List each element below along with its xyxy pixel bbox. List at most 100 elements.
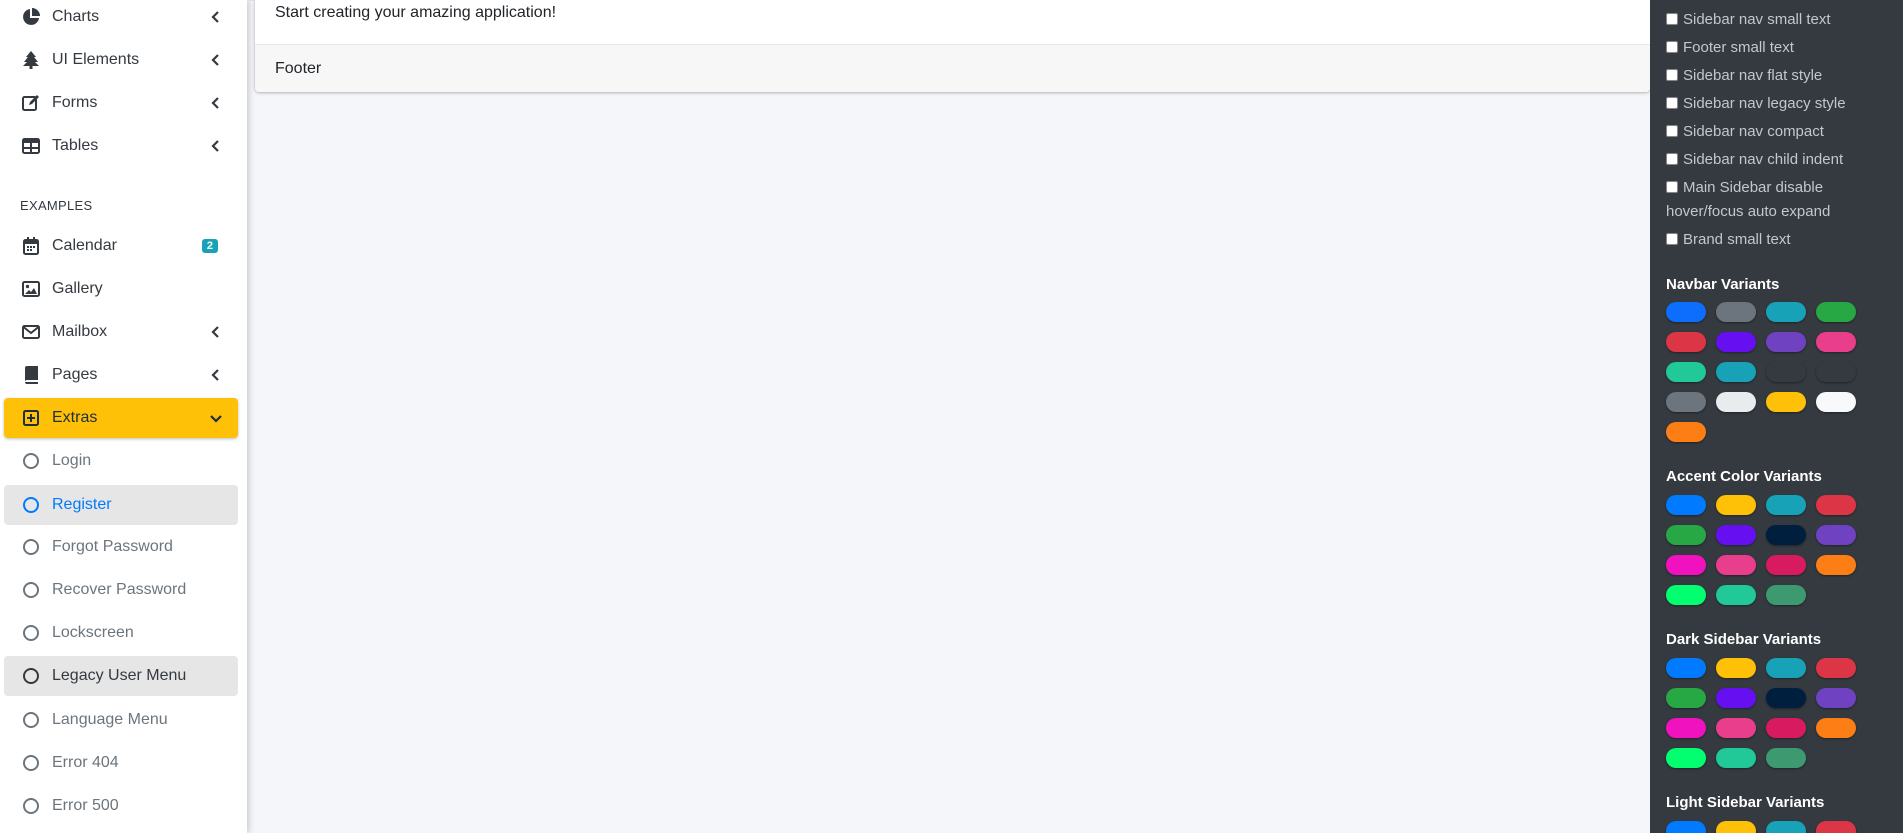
accent-variant-swatch[interactable] <box>1666 555 1706 575</box>
dark-sidebar-variant-swatch[interactable] <box>1766 748 1806 768</box>
sidebar-item-label: Mailbox <box>52 323 108 340</box>
light-sidebar-variant-swatch[interactable] <box>1816 821 1856 833</box>
accent-variant-swatch[interactable] <box>1666 495 1706 515</box>
navbar-variant-swatch[interactable] <box>1716 302 1756 322</box>
sidebar-item-mailbox[interactable]: Mailbox <box>4 312 238 352</box>
dark-sidebar-variant-swatch[interactable] <box>1816 688 1856 708</box>
dark-sidebar-variant-swatch[interactable] <box>1766 688 1806 708</box>
dark-sidebar-variant-swatch[interactable] <box>1666 718 1706 738</box>
sidebar-item-gallery[interactable]: Gallery <box>4 269 238 309</box>
accent-variant-swatch[interactable] <box>1666 525 1706 545</box>
accent-variant-swatch[interactable] <box>1716 525 1756 545</box>
dark-sidebar-variant-swatch[interactable] <box>1716 688 1756 708</box>
accent-variant-swatch[interactable] <box>1816 495 1856 515</box>
navbar-variant-swatch[interactable] <box>1716 392 1756 412</box>
sidebar-item-forms[interactable]: Forms <box>4 83 238 123</box>
navbar-variant-swatch[interactable] <box>1666 392 1706 412</box>
accent-variant-swatch[interactable] <box>1766 525 1806 545</box>
sidebar-item-charts[interactable]: Charts <box>4 0 238 37</box>
checkbox-label: Sidebar nav legacy style <box>1683 95 1846 112</box>
sidebar-item-pages[interactable]: Pages <box>4 355 238 395</box>
light-sidebar-variant-swatch[interactable] <box>1716 821 1756 833</box>
checkbox-sidebar-nav-child-indent[interactable]: Sidebar nav child indent <box>1666 148 1866 172</box>
dark-sidebar-variant-swatch[interactable] <box>1716 658 1756 678</box>
sidebar-item-calendar[interactable]: Calendar 2 <box>4 226 238 266</box>
dark-sidebar-variant-swatch[interactable] <box>1766 658 1806 678</box>
circle-icon <box>20 536 42 558</box>
navbar-variant-swatch[interactable] <box>1716 332 1756 352</box>
sidebar-item-label: Forgot Password <box>52 538 173 555</box>
dark-sidebar-variant-swatch[interactable] <box>1666 658 1706 678</box>
navbar-variant-swatch[interactable] <box>1766 332 1806 352</box>
sidebar-item-legacy-user-menu[interactable]: Legacy User Menu <box>4 656 238 696</box>
circle-icon <box>20 494 42 516</box>
checkbox-sidebar-nav-small-text[interactable]: Sidebar nav small text <box>1666 8 1866 32</box>
sidebar-item-tables[interactable]: Tables <box>4 126 238 166</box>
sidebar-item-label: Tables <box>52 137 99 154</box>
dark-sidebar-variant-swatch[interactable] <box>1816 718 1856 738</box>
checkbox-icon[interactable] <box>1666 181 1678 193</box>
navbar-variant-swatch[interactable] <box>1816 362 1856 382</box>
checkbox-brand-small-text[interactable]: Brand small text <box>1666 228 1866 252</box>
checkbox-sidebar-nav-legacy-style[interactable]: Sidebar nav legacy style <box>1666 92 1866 116</box>
accent-variant-swatch[interactable] <box>1716 495 1756 515</box>
accent-variant-swatch[interactable] <box>1666 585 1706 605</box>
calendar-icon <box>20 235 42 257</box>
sidebar-item-lockscreen[interactable]: Lockscreen <box>4 613 238 653</box>
navbar-variant-swatch[interactable] <box>1716 362 1756 382</box>
navbar-variant-swatch[interactable] <box>1766 392 1806 412</box>
sidebar-item-label: Extras <box>52 409 98 426</box>
sidebar-item-register[interactable]: Register <box>4 485 238 525</box>
circle-icon <box>20 709 42 731</box>
control-sidebar: Sidebar nav small text Footer small text… <box>1650 0 1903 833</box>
checkbox-icon[interactable] <box>1666 13 1678 25</box>
circle-icon <box>20 450 42 472</box>
navbar-variant-swatch[interactable] <box>1816 332 1856 352</box>
accent-variant-swatch[interactable] <box>1816 525 1856 545</box>
dark-sidebar-variant-swatch[interactable] <box>1666 688 1706 708</box>
dark-sidebar-variant-swatch[interactable] <box>1766 718 1806 738</box>
dark-sidebar-variant-swatch[interactable] <box>1716 748 1756 768</box>
accent-variant-swatch[interactable] <box>1716 585 1756 605</box>
navbar-variant-swatch[interactable] <box>1666 362 1706 382</box>
checkbox-icon[interactable] <box>1666 41 1678 53</box>
checkbox-sidebar-nav-compact[interactable]: Sidebar nav compact <box>1666 120 1866 144</box>
light-sidebar-variant-swatch[interactable] <box>1666 821 1706 833</box>
navbar-variant-swatch[interactable] <box>1666 332 1706 352</box>
checkbox-icon[interactable] <box>1666 233 1678 245</box>
checkbox-main-sidebar-disable-auto-expand[interactable]: Main Sidebar disable hover/focus auto ex… <box>1666 176 1866 224</box>
checkbox-icon[interactable] <box>1666 125 1678 137</box>
checkbox-footer-small-text[interactable]: Footer small text <box>1666 36 1866 60</box>
sidebar-item-forgot-password[interactable]: Forgot Password <box>4 527 238 567</box>
accent-variant-swatch[interactable] <box>1716 555 1756 575</box>
sidebar-item-language-menu[interactable]: Language Menu <box>4 700 238 740</box>
accent-variant-swatch[interactable] <box>1816 555 1856 575</box>
light-sidebar-variant-swatch[interactable] <box>1766 821 1806 833</box>
accent-variants-title: Accent Color Variants <box>1666 468 1822 485</box>
accent-variant-swatch[interactable] <box>1766 495 1806 515</box>
sidebar-item-login[interactable]: Login <box>4 441 238 481</box>
sidebar-item-extras[interactable]: Extras <box>4 398 238 438</box>
dark-sidebar-variant-swatch[interactable] <box>1716 718 1756 738</box>
chevron-left-icon <box>206 50 226 70</box>
dark-sidebar-variant-swatch[interactable] <box>1666 748 1706 768</box>
sidebar-item-ui-elements[interactable]: UI Elements <box>4 40 238 80</box>
accent-variant-swatch[interactable] <box>1766 585 1806 605</box>
checkbox-icon[interactable] <box>1666 97 1678 109</box>
sidebar-item-error-500[interactable]: Error 500 <box>4 786 238 826</box>
navbar-variant-swatch[interactable] <box>1816 392 1856 412</box>
navbar-variant-swatch[interactable] <box>1666 422 1706 442</box>
sidebar-item-recover-password[interactable]: Recover Password <box>4 570 238 610</box>
main-sidebar: Charts UI Elements Forms Tables EXAMPLES… <box>0 0 247 833</box>
checkbox-sidebar-nav-flat-style[interactable]: Sidebar nav flat style <box>1666 64 1866 88</box>
sidebar-item-error-404[interactable]: Error 404 <box>4 743 238 783</box>
checkbox-icon[interactable] <box>1666 69 1678 81</box>
navbar-variant-swatch[interactable] <box>1766 302 1806 322</box>
checkbox-icon[interactable] <box>1666 153 1678 165</box>
dark-sidebar-variant-swatch[interactable] <box>1816 658 1856 678</box>
accent-variant-swatch[interactable] <box>1766 555 1806 575</box>
navbar-variant-swatch[interactable] <box>1816 302 1856 322</box>
navbar-variant-swatch[interactable] <box>1766 362 1806 382</box>
checkbox-label: Main Sidebar disable hover/focus auto ex… <box>1666 179 1831 220</box>
navbar-variant-swatch[interactable] <box>1666 302 1706 322</box>
